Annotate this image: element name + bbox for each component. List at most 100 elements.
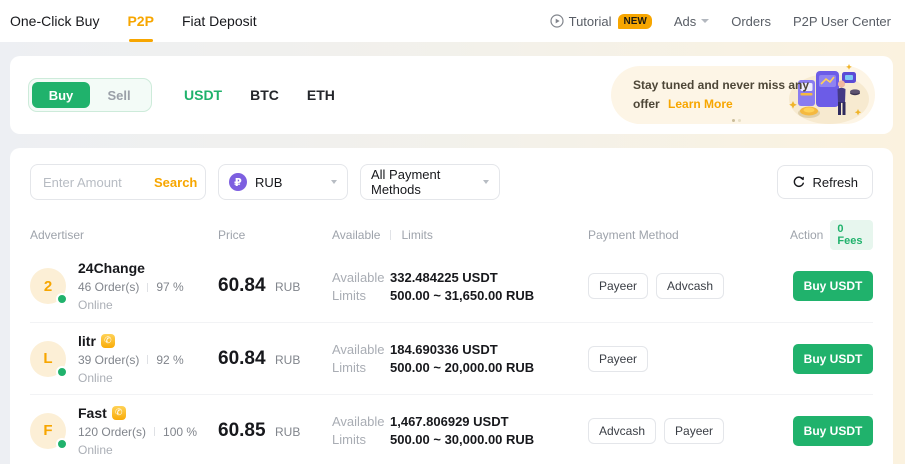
play-circle-icon: [550, 14, 564, 28]
available-label: Available: [332, 342, 390, 357]
offer-row: L litr ✆ 39 Order(s) 92 % Online 60.84 R…: [30, 322, 873, 394]
available-label: Available: [332, 270, 390, 285]
currency-code: RUB: [255, 175, 282, 190]
completion-rate: 97 %: [156, 280, 183, 294]
coin-tab-btc[interactable]: BTC: [250, 87, 279, 103]
price-currency: RUB: [275, 425, 300, 439]
verified-badge-icon: ✆: [112, 406, 126, 420]
header-available-limits: Available Limits: [332, 228, 588, 242]
tutorial-link[interactable]: Tutorial NEW: [550, 14, 652, 29]
payment-method-chip: Payeer: [664, 418, 724, 444]
top-nav: One-Click Buy P2P Fiat Deposit Tutorial …: [0, 0, 905, 42]
price-value: 60.84: [218, 275, 266, 296]
header-payment-method: Payment Method: [588, 228, 790, 242]
buy-usdt-button[interactable]: Buy USDT: [793, 271, 873, 301]
payment-method-chip: Advcash: [656, 273, 724, 299]
user-center-label: P2P User Center: [793, 14, 891, 29]
banner-dot-active[interactable]: [732, 119, 735, 122]
promo-line2: offer: [633, 97, 660, 111]
tab-one-click-buy[interactable]: One-Click Buy: [10, 0, 99, 42]
limits-value: 500.00 ~ 30,000.00 RUB: [390, 432, 534, 447]
advertiser-info: 24Change 46 Order(s) 97 % Online: [78, 260, 184, 312]
coin-tab-eth[interactable]: ETH: [307, 87, 335, 103]
price-cell: 60.85 RUB: [218, 420, 332, 442]
banner-dots[interactable]: [732, 119, 741, 122]
ads-menu[interactable]: Ads: [674, 14, 709, 29]
currency-select[interactable]: ₽ RUB: [218, 164, 348, 200]
buy-usdt-button[interactable]: Buy USDT: [793, 344, 873, 374]
limits-value: 500.00 ~ 20,000.00 RUB: [390, 360, 534, 375]
advertiser-cell: L litr ✆ 39 Order(s) 92 % Online: [30, 333, 218, 385]
advertiser-avatar[interactable]: 2: [30, 268, 66, 304]
coin-tabs: USDT BTC ETH: [184, 87, 335, 103]
limits-label: Limits: [332, 288, 390, 303]
advertiser-name[interactable]: litr: [78, 333, 96, 349]
available-limits-cell: Available 184.690336 USDT Limits 500.00 …: [332, 339, 588, 378]
offers-card: Search ₽ RUB All Payment Methods Ref: [10, 148, 893, 464]
advertiser-cell: 2 24Change 46 Order(s) 97 % Online: [30, 260, 218, 312]
online-status-label: Online: [78, 371, 184, 385]
learn-more-link[interactable]: Learn More: [668, 97, 733, 111]
top-nav-links: Tutorial NEW Ads Orders P2P User Center: [550, 14, 891, 29]
divider: [390, 230, 391, 240]
refresh-button[interactable]: Refresh: [777, 165, 873, 199]
online-status-dot: [56, 366, 68, 378]
header-available: Available: [332, 228, 380, 242]
payment-methods: Payeer: [588, 346, 790, 372]
advertiser-avatar[interactable]: L: [30, 341, 66, 377]
price-currency: RUB: [275, 280, 300, 294]
advertiser-cell: F Fast ✆ 120 Order(s) 100 % Online: [30, 405, 218, 457]
offers-table-header: Advertiser Price Available Limits Paymen…: [30, 220, 873, 250]
page-background: Buy Sell USDT BTC ETH Stay tuned and nev…: [0, 42, 905, 464]
orders-label: Orders: [731, 14, 771, 29]
ruble-currency-icon: ₽: [229, 173, 247, 191]
tab-p2p[interactable]: P2P: [127, 0, 153, 42]
amount-input[interactable]: [31, 175, 141, 190]
trade-mode-card: Buy Sell USDT BTC ETH Stay tuned and nev…: [10, 56, 893, 134]
tab-fiat-deposit[interactable]: Fiat Deposit: [182, 0, 257, 42]
ads-label: Ads: [674, 14, 696, 29]
completion-rate: 92 %: [156, 353, 183, 367]
filter-bar: Search ₽ RUB All Payment Methods Ref: [30, 164, 873, 200]
top-nav-tabs: One-Click Buy P2P Fiat Deposit: [10, 0, 257, 42]
action-label: Action: [790, 228, 823, 242]
payment-method-select[interactable]: All Payment Methods: [360, 164, 500, 200]
price-cell: 60.84 RUB: [218, 348, 332, 370]
p2p-trading-screen: One-Click Buy P2P Fiat Deposit Tutorial …: [0, 0, 905, 464]
payment-method-chip: Payeer: [588, 346, 648, 372]
advertiser-stats: 46 Order(s) 97 %: [78, 280, 184, 294]
new-badge: NEW: [618, 14, 651, 29]
payment-methods: PayeerAdvcash: [588, 273, 790, 299]
buy-sell-toggle: Buy Sell: [28, 78, 152, 112]
avatar-letter: F: [43, 422, 52, 439]
available-value: 1,467.806929 USDT: [390, 414, 509, 429]
online-status-dot: [56, 438, 68, 450]
search-button[interactable]: Search: [141, 175, 210, 190]
payment-methods: AdvcashPayeer: [588, 418, 790, 444]
promo-banner[interactable]: Stay tuned and never miss any offer Lear…: [611, 66, 875, 124]
coin-tab-usdt[interactable]: USDT: [184, 87, 222, 103]
available-limits-cell: Available 1,467.806929 USDT Limits 500.0…: [332, 411, 588, 450]
available-value: 332.484225 USDT: [390, 270, 498, 285]
refresh-icon: [792, 175, 806, 189]
order-count: 46 Order(s): [78, 280, 139, 294]
advertiser-avatar[interactable]: F: [30, 413, 66, 449]
advertiser-name[interactable]: 24Change: [78, 260, 145, 276]
order-count: 120 Order(s): [78, 425, 146, 439]
price-value: 60.84: [218, 348, 266, 369]
buy-toggle-button[interactable]: Buy: [32, 82, 90, 108]
price-currency: RUB: [275, 353, 300, 367]
offers-list: 2 24Change 46 Order(s) 97 % Online 60.84…: [30, 250, 873, 464]
p2p-user-center-link[interactable]: P2P User Center: [793, 14, 891, 29]
sell-toggle-button[interactable]: Sell: [90, 82, 148, 108]
buy-usdt-button[interactable]: Buy USDT: [793, 416, 873, 446]
verified-badge-icon: ✆: [101, 334, 115, 348]
action-cell: Buy USDT: [793, 271, 873, 301]
payment-select-label: All Payment Methods: [371, 167, 483, 197]
banner-dot[interactable]: [738, 119, 741, 122]
advertiser-name[interactable]: Fast: [78, 405, 107, 421]
online-status-label: Online: [78, 298, 184, 312]
advertiser-stats: 39 Order(s) 92 %: [78, 353, 184, 367]
header-action: Action 0 Fees: [790, 220, 873, 250]
orders-link[interactable]: Orders: [731, 14, 771, 29]
